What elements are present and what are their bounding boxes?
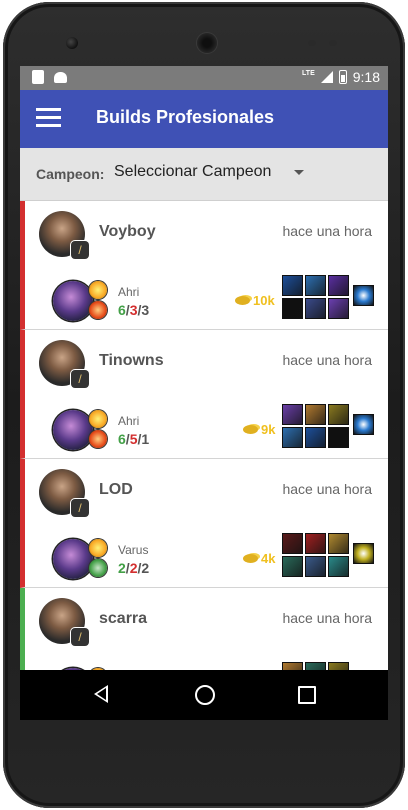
build-time: hace una hora — [282, 352, 372, 368]
champion-avatar — [53, 281, 93, 321]
lte-label: LTE — [302, 69, 315, 77]
champion-select-value: Seleccionar Campeon — [114, 163, 272, 180]
item-icon — [305, 404, 326, 425]
summoner-spell-2-icon — [89, 559, 107, 577]
kda: 6/3/3 — [118, 302, 150, 318]
android-icon — [54, 72, 67, 83]
item-grid — [282, 533, 349, 577]
item-icon — [305, 427, 326, 448]
gold-value: 9k — [261, 422, 276, 437]
item-grid — [282, 404, 349, 448]
item-icon — [328, 556, 349, 577]
item-icon — [328, 533, 349, 554]
earpiece-speaker — [197, 33, 217, 53]
build-card[interactable]: / LOD hace una hora Varus 2/2/2 4k — [20, 459, 388, 588]
proximity-sensor — [308, 40, 316, 46]
back-icon[interactable] — [94, 685, 108, 703]
player-name: Voyboy — [99, 223, 156, 240]
item-icon — [282, 298, 303, 319]
item-icon — [328, 427, 349, 448]
recent-apps-icon[interactable] — [298, 686, 316, 704]
gold-value: 4k — [261, 551, 276, 566]
assists: 2 — [141, 560, 150, 576]
item-icon — [305, 298, 326, 319]
status-bar: LTE 9:18 — [20, 66, 388, 90]
item-grid — [282, 275, 349, 319]
champion-filter-label: Campeon: — [36, 166, 105, 182]
gold-icon — [243, 554, 258, 563]
trinket-icon — [353, 414, 374, 435]
menu-icon[interactable] — [36, 108, 61, 128]
player-name: LOD — [99, 481, 133, 498]
gold-icon — [235, 296, 250, 305]
champion-name: Ahri — [118, 414, 140, 428]
player-name: scarra — [99, 610, 148, 627]
role-icon: / — [71, 241, 89, 259]
app-title: Builds Profesionales — [96, 107, 275, 127]
item-icon — [305, 556, 326, 577]
item-icon — [282, 533, 303, 554]
summoner-spell-2-icon — [89, 430, 107, 448]
sd-card-icon — [32, 70, 44, 84]
summoner-spell-2-icon — [89, 301, 107, 319]
gold-icon — [243, 425, 258, 434]
champion-avatar — [53, 410, 93, 450]
navigation-bar — [20, 670, 388, 720]
assists: 3 — [141, 302, 150, 318]
gold-value: 10k — [253, 293, 275, 308]
build-list: / Voyboy hace una hora Ahri 6/3/3 10k / … — [20, 201, 388, 717]
champion-name: Varus — [118, 543, 149, 557]
item-icon — [282, 275, 303, 296]
trinket-icon — [353, 543, 374, 564]
status-time: 9:18 — [352, 69, 380, 85]
app-bar: Builds Profesionales — [20, 90, 388, 148]
battery-icon — [338, 70, 347, 84]
build-time: hace una hora — [282, 481, 372, 497]
item-icon — [305, 533, 326, 554]
item-icon — [328, 275, 349, 296]
gold-earned: 10k — [235, 293, 275, 308]
player-name: Tinowns — [99, 352, 164, 369]
build-card[interactable]: / Voyboy hace una hora Ahri 6/3/3 10k — [20, 201, 388, 330]
home-icon[interactable] — [195, 685, 215, 705]
item-icon — [282, 556, 303, 577]
build-time: hace una hora — [282, 610, 372, 626]
trinket-icon — [353, 285, 374, 306]
role-icon: / — [71, 499, 89, 517]
kills: 6 — [118, 302, 126, 318]
role-icon: / — [71, 370, 89, 388]
kills: 6 — [118, 431, 126, 447]
gold-earned: 9k — [243, 422, 275, 437]
kda: 6/5/1 — [118, 431, 150, 447]
kda: 2/2/2 — [118, 560, 150, 576]
build-time: hace una hora — [282, 223, 372, 239]
champion-name: Ahri — [118, 285, 140, 299]
signal-icon — [320, 71, 333, 83]
champion-select[interactable]: Seleccionar Campeon — [114, 163, 304, 185]
gold-earned: 4k — [243, 551, 275, 566]
item-icon — [282, 404, 303, 425]
item-icon — [305, 275, 326, 296]
app-screen: LTE 9:18 Builds Profesionales Campeon: S… — [20, 66, 388, 720]
light-sensor — [329, 40, 337, 46]
item-icon — [282, 427, 303, 448]
item-icon — [328, 298, 349, 319]
assists: 1 — [141, 431, 150, 447]
summoner-spell-1-icon — [89, 410, 107, 428]
build-card[interactable]: / Tinowns hace una hora Ahri 6/5/1 9k — [20, 330, 388, 459]
role-icon: / — [71, 628, 89, 646]
summoner-spell-1-icon — [89, 281, 107, 299]
champion-avatar — [53, 539, 93, 579]
summoner-spell-1-icon — [89, 539, 107, 557]
item-icon — [328, 404, 349, 425]
kills: 2 — [118, 560, 126, 576]
front-camera — [66, 37, 78, 49]
champion-filter-bar: Campeon: Seleccionar Campeon — [20, 148, 388, 201]
dropdown-arrow-icon — [294, 170, 304, 175]
